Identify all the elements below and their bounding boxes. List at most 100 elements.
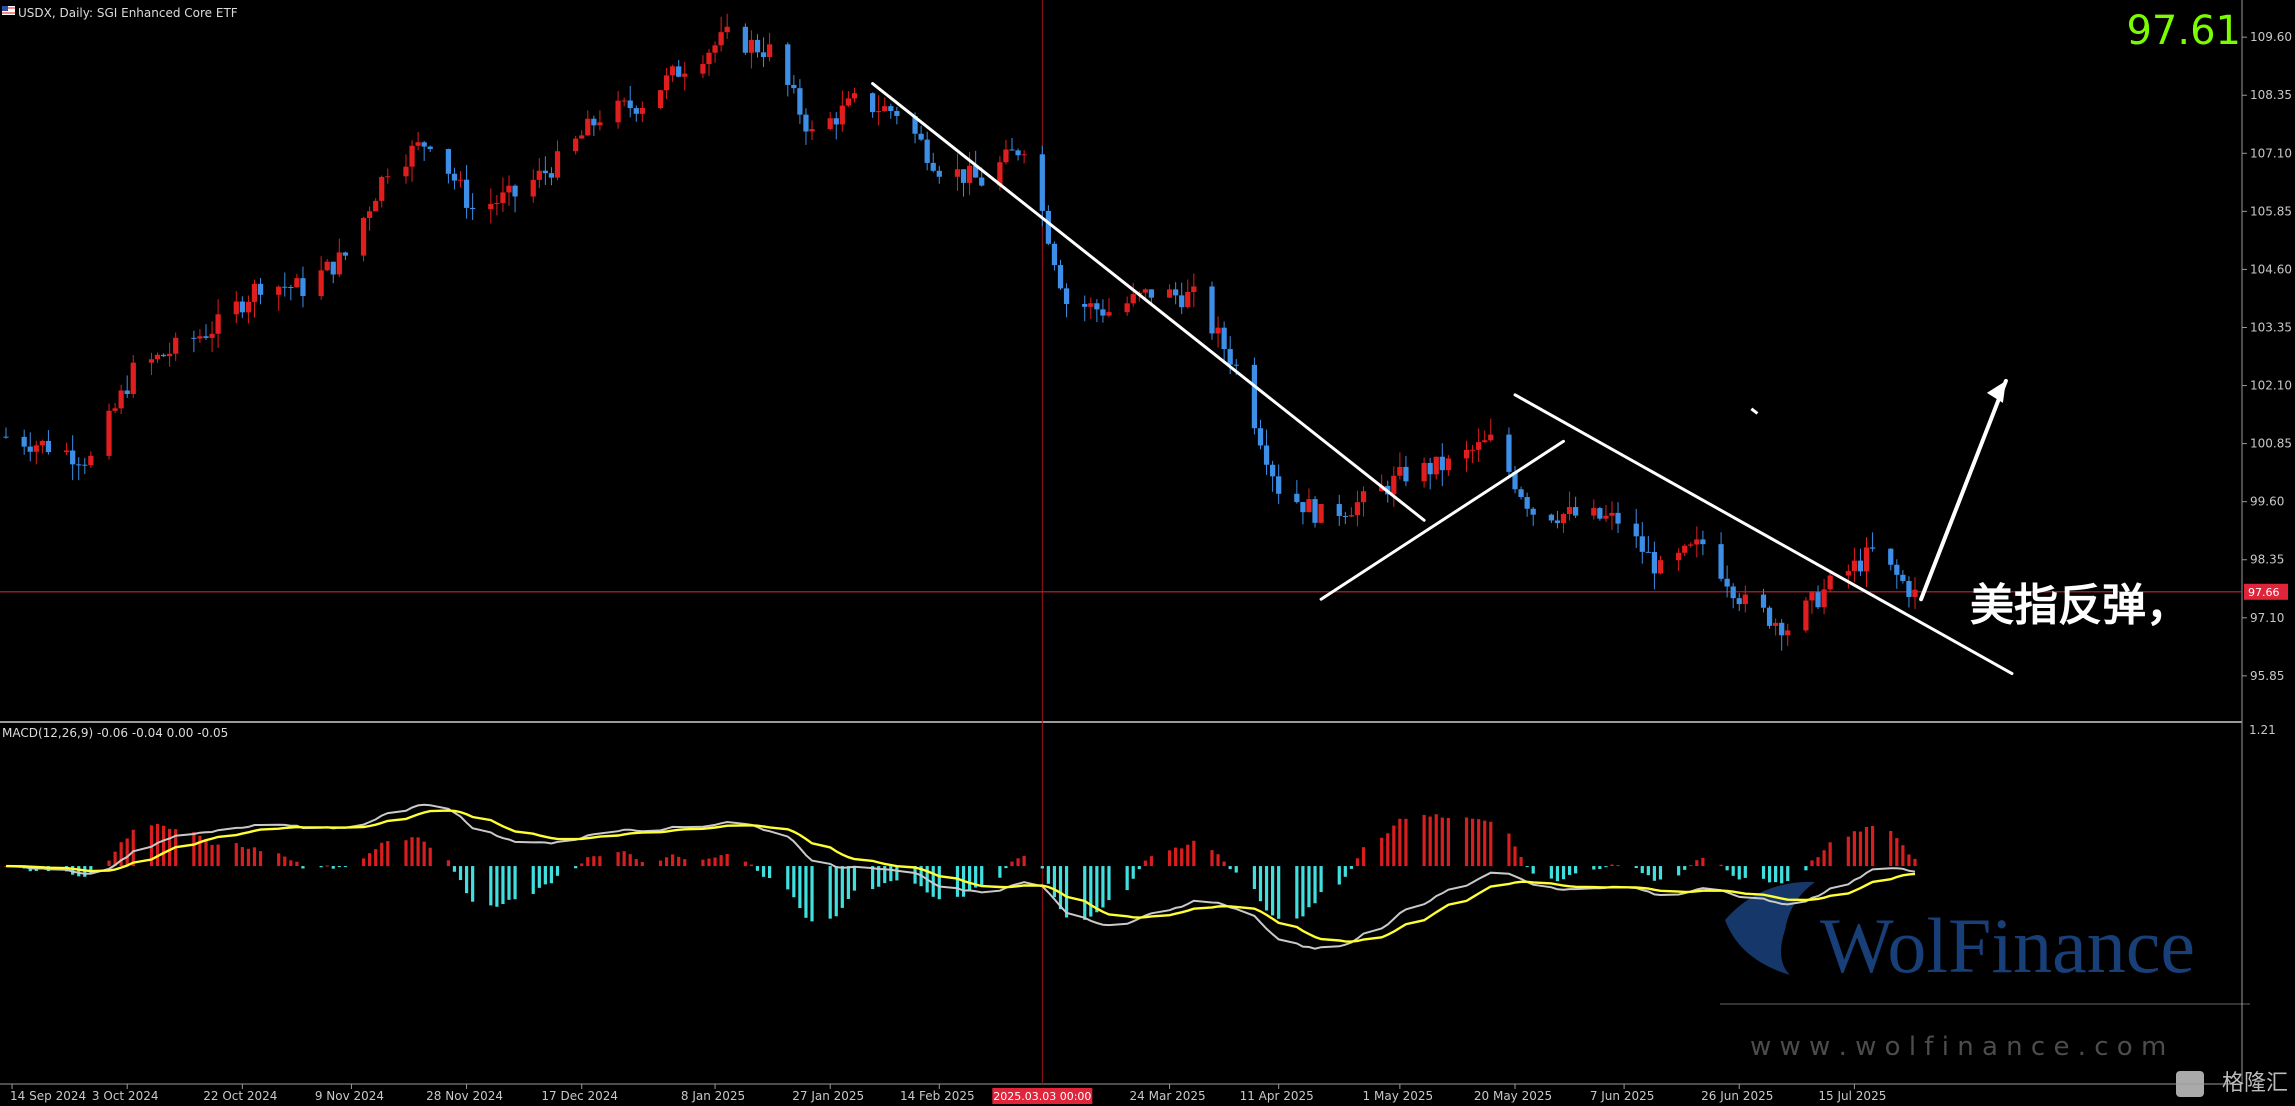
histogram-bar-positive [368, 853, 372, 867]
candle-body [445, 149, 452, 174]
histogram-bar-positive [580, 863, 584, 867]
chart-title: USDX, Daily: SGI Enhanced Core ETF [18, 6, 238, 20]
candle-body [1209, 286, 1215, 334]
candle-body [621, 100, 627, 102]
candle-body [118, 390, 124, 409]
candle-body [21, 436, 27, 447]
histogram-bar-negative [834, 866, 838, 917]
histogram-bar-negative [1525, 866, 1529, 868]
candle-body [627, 100, 633, 109]
candle-body [1427, 462, 1433, 475]
histogram-bar-negative [1277, 866, 1281, 919]
histogram-bar-positive [1483, 820, 1487, 867]
candle-body [1676, 552, 1682, 561]
histogram-bar-positive [1446, 817, 1450, 867]
histogram-bar-negative [1652, 866, 1657, 881]
histogram-bar-negative [895, 866, 899, 881]
candle-body [1421, 462, 1427, 482]
histogram-bar-negative [1228, 866, 1232, 870]
histogram-bar-negative [1295, 866, 1299, 919]
histogram-bar-positive [1143, 860, 1147, 867]
histogram-bar-positive [683, 859, 687, 867]
histogram-bar-positive [155, 823, 160, 867]
candles-layer [3, 13, 1918, 651]
candle-body [930, 162, 936, 171]
candle-body [1463, 449, 1470, 459]
candle-body [954, 169, 961, 177]
candle-body [1445, 458, 1451, 471]
candle-body [1724, 578, 1730, 587]
histogram-bar-positive [598, 856, 602, 867]
candle-body [1185, 291, 1191, 308]
candle-body [233, 301, 239, 315]
histogram-bar-positive [277, 853, 281, 867]
candle-body [1845, 571, 1851, 576]
histogram-bar-positive [1210, 850, 1214, 867]
candle-body [494, 203, 500, 205]
histogram-bar-positive [404, 840, 408, 867]
histogram-bar-positive [1174, 847, 1178, 867]
candle-body [718, 32, 724, 46]
histogram-bar-positive [634, 859, 638, 867]
histogram-bar-positive [1810, 860, 1814, 867]
candle-body [1021, 154, 1027, 156]
histogram-bar-positive [628, 854, 632, 867]
histogram-bar-negative [543, 866, 547, 885]
candle-body [251, 283, 258, 302]
candle-body [1057, 265, 1064, 289]
histogram-bar-positive [107, 860, 111, 867]
candle-body [173, 337, 179, 354]
candle-body [1276, 476, 1282, 494]
histogram-bar-positive [125, 838, 129, 867]
price-tick-label: 102.10 [2250, 379, 2292, 393]
candle-body [324, 261, 330, 271]
histogram-bar-negative [1234, 866, 1238, 873]
histogram-bar-positive [1470, 818, 1475, 867]
histogram-bar-negative [1046, 866, 1050, 884]
histogram-bar-positive [1901, 845, 1905, 867]
candle-body [197, 336, 203, 339]
histogram-bar-negative [1574, 866, 1578, 874]
histogram-bar-negative [1658, 866, 1663, 880]
histogram-bar-negative [798, 866, 802, 909]
candle-body [379, 176, 385, 201]
candle-body [160, 354, 167, 357]
candle-body [960, 169, 967, 183]
candle-body [591, 118, 597, 126]
histogram-bar-negative [1101, 866, 1105, 908]
histogram-bar-positive [246, 848, 251, 867]
time-tick-label: 28 Nov 2024 [426, 1089, 503, 1103]
histogram-bar-positive [1186, 844, 1190, 867]
candle-body [936, 170, 942, 177]
candle-body [1269, 464, 1276, 477]
candle-body [1009, 149, 1015, 151]
histogram-bar-negative [301, 866, 305, 869]
histogram-bar-positive [325, 865, 329, 867]
histogram-bar-positive [749, 864, 754, 867]
candle-body [1312, 499, 1318, 523]
candle-body [1506, 434, 1512, 472]
candle-body [1639, 536, 1645, 552]
candle-body [530, 179, 536, 197]
histogram-bar-negative [1349, 866, 1353, 869]
histogram-bar-positive [1846, 836, 1850, 867]
histogram-bar-negative [871, 866, 875, 890]
watermark-url: w w w . w o l f i n a n c e . c o m [1750, 1032, 2166, 1062]
histogram-bar-negative [1301, 866, 1305, 917]
candle-body [245, 301, 252, 313]
candle-body [1300, 502, 1306, 513]
candle-body [1603, 515, 1609, 519]
candle-body [63, 450, 70, 453]
annotation-text: 美指反弹， [1970, 580, 2190, 631]
candle-body [33, 445, 39, 452]
candle-body [1566, 507, 1573, 515]
histogram-bar-positive [1440, 817, 1444, 867]
candle-body [1360, 491, 1367, 503]
histogram-bar-positive [1434, 814, 1438, 867]
histogram-bar-positive [210, 844, 214, 867]
histogram-bar-positive [1895, 838, 1899, 867]
candle-body [1809, 592, 1815, 601]
candle-body [70, 450, 76, 465]
histogram-bar-positive [1404, 818, 1408, 867]
histogram-bar-negative [755, 866, 760, 871]
